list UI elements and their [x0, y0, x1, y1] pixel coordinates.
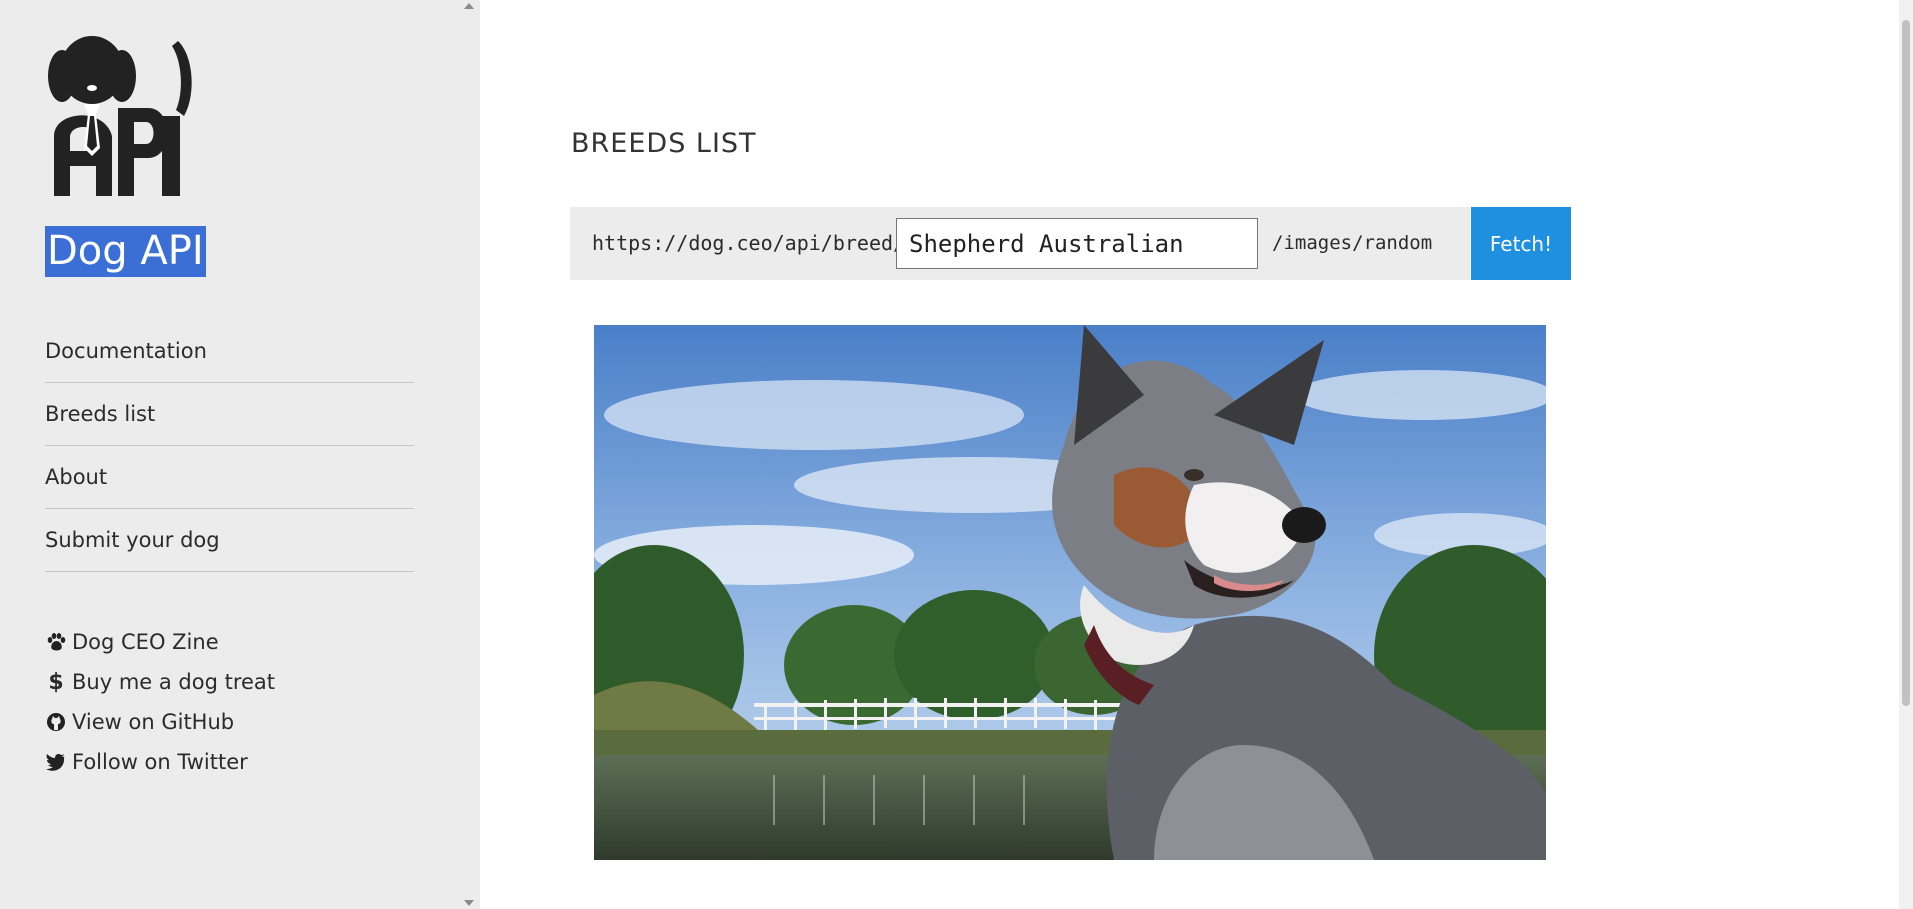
link-label: Dog CEO Zine [72, 630, 219, 654]
link-view-on-github[interactable]: View on GitHub [45, 702, 275, 742]
twitter-icon [45, 751, 67, 773]
url-suffix: /images/random [1272, 232, 1433, 254]
link-dog-ceo-zine[interactable]: Dog CEO Zine [45, 622, 275, 662]
scroll-up-arrow-icon[interactable] [464, 3, 474, 9]
breed-input[interactable] [896, 218, 1258, 269]
scroll-down-arrow-icon[interactable] [464, 900, 474, 906]
dog-logo-icon[interactable] [44, 36, 196, 196]
main-scrollbar[interactable] [1899, 0, 1913, 909]
dollar-icon: $ [48, 669, 64, 695]
page-title: BREEDS LIST [571, 128, 757, 159]
link-label: Buy me a dog treat [72, 670, 276, 694]
link-follow-on-twitter[interactable]: Follow on Twitter [45, 742, 275, 782]
link-buy-dog-treat[interactable]: $ Buy me a dog treat [45, 662, 275, 702]
dog-image [594, 325, 1546, 860]
scrollbar-thumb[interactable] [1902, 20, 1910, 706]
fetch-bar: https://dog.ceo/api/breed/ /images/rando… [570, 207, 1470, 280]
sidebar-scrollbar[interactable] [460, 0, 480, 909]
link-label: Follow on Twitter [72, 750, 248, 774]
sidebar: Dog API Documentation Breeds list About … [0, 0, 460, 909]
fetch-button[interactable]: Fetch! [1471, 207, 1571, 280]
nav-submit-your-dog[interactable]: Submit your dog [45, 509, 414, 572]
nav-about[interactable]: About [45, 446, 414, 509]
nav-breeds-list[interactable]: Breeds list [45, 383, 414, 446]
sidebar-nav: Documentation Breeds list About Submit y… [45, 320, 414, 572]
site-title[interactable]: Dog API [45, 226, 206, 277]
nav-documentation[interactable]: Documentation [45, 320, 414, 383]
paw-icon [45, 631, 67, 653]
external-links: Dog CEO Zine $ Buy me a dog treat View o… [45, 622, 275, 782]
link-label: View on GitHub [72, 710, 235, 734]
github-icon [45, 711, 67, 733]
url-prefix: https://dog.ceo/api/breed/ [592, 231, 906, 255]
